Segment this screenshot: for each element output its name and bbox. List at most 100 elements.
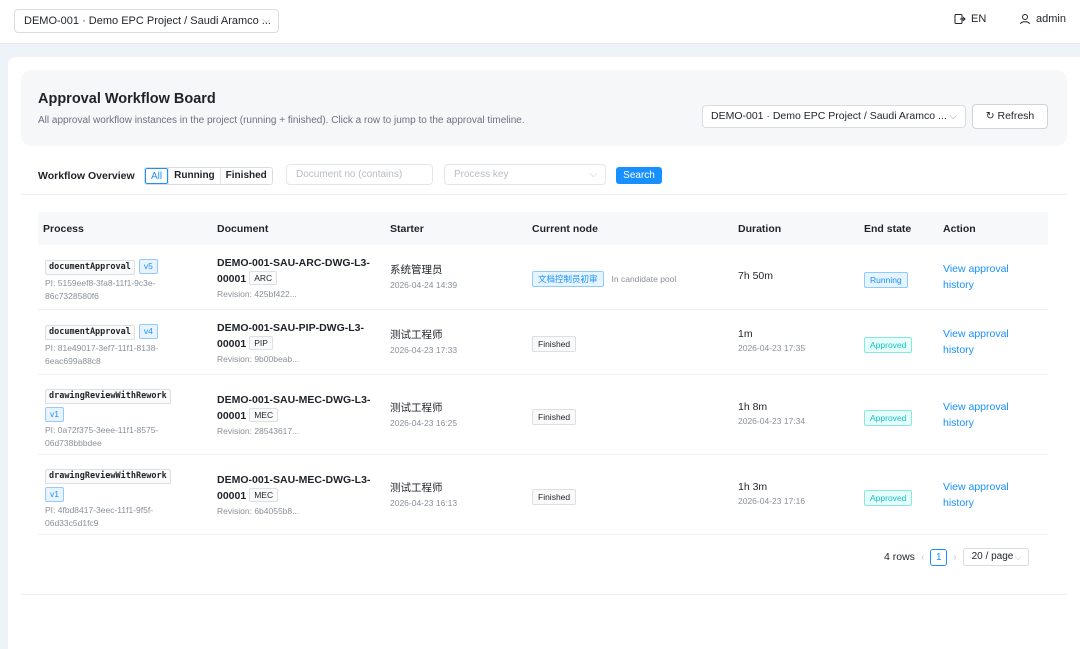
page-subtitle: All approval workflow instances in the p… bbox=[38, 115, 525, 126]
starter-cell: 测试工程师 2026-04-23 16:13 bbox=[390, 481, 457, 508]
view-approval-history-link[interactable]: View approval history bbox=[943, 326, 1023, 358]
discipline-tag: MEC bbox=[249, 408, 279, 422]
segment-finished[interactable]: Finished bbox=[219, 168, 272, 184]
language-icon bbox=[954, 14, 966, 24]
page-1-button[interactable]: 1 bbox=[930, 548, 948, 566]
col-current-node: Current node bbox=[532, 223, 598, 235]
project-select-top[interactable]: DEMO-001 · Demo EPC Project / Saudi Aram… bbox=[14, 9, 279, 33]
version-tag: v1 bbox=[45, 487, 64, 502]
refresh-icon: ↻ bbox=[985, 110, 995, 122]
end-time: 2026-04-23 17:16 bbox=[738, 496, 806, 506]
pagination: 4 rows ‹ 1 › 20 / page ⌵ bbox=[884, 548, 1029, 566]
document-cell: DEMO-001-SAU-ARC-DWG-L3-00001 ARC Revisio… bbox=[217, 255, 387, 299]
view-approval-history-link[interactable]: View approval history bbox=[943, 261, 1023, 293]
table-row[interactable]: drawingReviewWithRework v1 PI: 0a72f375-… bbox=[38, 375, 1048, 455]
current-node-cell: Finished bbox=[532, 487, 577, 505]
table-row[interactable]: drawingReviewWithRework v1 PI: 4fbd8417-… bbox=[38, 455, 1048, 535]
version-tag: v1 bbox=[45, 407, 64, 422]
col-document: Document bbox=[217, 223, 269, 235]
table-header: Process Document Starter Current node Du… bbox=[38, 212, 1048, 245]
end-state-cell: Running bbox=[864, 270, 908, 288]
refresh-label: Refresh bbox=[997, 110, 1035, 122]
process-key-select[interactable]: Process key ⌵ bbox=[444, 164, 606, 185]
current-node-tag: Finished bbox=[532, 409, 577, 425]
duration: 1h 8m bbox=[738, 401, 768, 413]
view-approval-history-link[interactable]: View approval history bbox=[943, 479, 1023, 511]
action-cell: View approval history bbox=[943, 399, 1023, 431]
end-state-cell: Approved bbox=[864, 488, 913, 506]
segment-running[interactable]: Running bbox=[168, 168, 220, 184]
duration: 1m bbox=[738, 328, 753, 340]
starter-cell: 系统管理员 2026-04-24 14:39 bbox=[390, 263, 457, 290]
workflow-table: Process Document Starter Current node Du… bbox=[38, 212, 1048, 535]
col-duration: Duration bbox=[738, 223, 782, 235]
starter-name: 测试工程师 bbox=[390, 329, 443, 341]
discipline-tag: MEC bbox=[249, 488, 279, 502]
start-time: 2026-04-23 17:33 bbox=[390, 345, 458, 355]
next-page-icon[interactable]: › bbox=[953, 552, 956, 563]
status-badge: Approved bbox=[864, 410, 913, 426]
view-approval-history-link[interactable]: View approval history bbox=[943, 399, 1023, 431]
language-switch[interactable]: EN bbox=[954, 13, 986, 25]
starter-cell: 测试工程师 2026-04-23 17:33 bbox=[390, 328, 457, 355]
process-cell: drawingReviewWithRework v1 PI: 4fbd8417-… bbox=[45, 465, 185, 530]
status-badge: Approved bbox=[864, 490, 913, 506]
revision: Revision: 9b00beab... bbox=[217, 354, 300, 364]
col-action: Action bbox=[943, 223, 976, 235]
duration-cell: 1h 8m 2026-04-23 17:34 bbox=[738, 401, 805, 426]
revision: Revision: 28543617... bbox=[217, 426, 300, 436]
chevron-down-icon: ⌵ bbox=[590, 169, 597, 179]
process-instance-id: PI: 5159eef8-3fa8-11f1-9c3e-86c7328580f6 bbox=[45, 278, 156, 301]
starter-name: 测试工程师 bbox=[390, 482, 443, 494]
user-icon bbox=[1020, 14, 1030, 25]
col-end-state: End state bbox=[864, 223, 912, 235]
process-cell: documentApproval v4 PI: 81e49017-3ef7-11f… bbox=[45, 321, 185, 368]
start-time: 2026-04-23 16:25 bbox=[390, 418, 458, 428]
process-instance-id: PI: 4fbd8417-3eec-11f1-9f5f-06d33c5d1fc9 bbox=[45, 505, 154, 528]
status-badge: Running bbox=[864, 272, 908, 288]
starter-cell: 测试工程师 2026-04-23 16:25 bbox=[390, 401, 457, 428]
process-cell: documentApproval v5 PI: 5159eef8-3fa8-11f… bbox=[45, 256, 185, 303]
current-node-tag: 文档控制员初审 bbox=[532, 271, 604, 287]
current-node-cell: Finished bbox=[532, 334, 577, 352]
segment-all[interactable]: All bbox=[145, 168, 169, 184]
project-select-top-label: DEMO-001 · Demo EPC Project / Saudi Aram… bbox=[24, 15, 271, 27]
document-no: DEMO-001-SAU-MEC-DWG-L3-00001 bbox=[217, 474, 371, 502]
divider bbox=[21, 194, 1067, 195]
process-key-placeholder: Process key bbox=[454, 169, 509, 180]
revision: Revision: 6b4055b8... bbox=[217, 506, 300, 516]
table-row[interactable]: documentApproval v5 PI: 5159eef8-3fa8-11f… bbox=[38, 245, 1048, 310]
document-no: DEMO-001-SAU-MEC-DWG-L3-00001 bbox=[217, 394, 371, 422]
page-size-select[interactable]: 20 / page ⌵ bbox=[962, 548, 1029, 566]
project-select[interactable]: DEMO-001 · Demo EPC Project / Saudi Aram… bbox=[702, 105, 966, 128]
version-tag: v4 bbox=[138, 324, 158, 339]
refresh-button[interactable]: ↻ Refresh bbox=[972, 104, 1048, 129]
process-key-tag: drawingReviewWithRework bbox=[45, 469, 171, 484]
document-cell: DEMO-001-SAU-PIP-DWG-L3-00001 PIP Revisio… bbox=[217, 320, 387, 364]
action-cell: View approval history bbox=[943, 326, 1023, 358]
table-row[interactable]: documentApproval v4 PI: 81e49017-3ef7-11f… bbox=[38, 310, 1048, 375]
user-menu[interactable]: admin bbox=[1019, 13, 1066, 25]
prev-page-icon[interactable]: ‹ bbox=[921, 552, 924, 563]
chevron-down-icon: ⌵ bbox=[949, 111, 957, 122]
end-state-cell: Approved bbox=[864, 335, 913, 353]
top-bar: DEMO-001 · Demo EPC Project / Saudi Aram… bbox=[0, 0, 1080, 44]
process-key-tag: drawingReviewWithRework bbox=[45, 389, 171, 404]
start-time: 2026-04-23 16:13 bbox=[390, 498, 458, 508]
end-time: 2026-04-23 17:35 bbox=[738, 343, 806, 353]
document-no-input[interactable]: Document no (contains) bbox=[286, 164, 433, 185]
search-button[interactable]: Search bbox=[616, 167, 662, 184]
chevron-down-icon: ⌵ bbox=[1014, 552, 1022, 562]
duration: 1h 3m bbox=[738, 481, 768, 493]
process-key-tag: documentApproval bbox=[45, 260, 135, 275]
chevron-down-icon: ⌵ bbox=[262, 15, 270, 26]
document-cell: DEMO-001-SAU-MEC-DWG-L3-00001 MEC Revisio… bbox=[217, 392, 387, 436]
process-cell: drawingReviewWithRework v1 PI: 0a72f375-… bbox=[45, 385, 185, 450]
start-time: 2026-04-24 14:39 bbox=[390, 280, 458, 290]
project-select-label: DEMO-001 · Demo EPC Project / Saudi Aram… bbox=[711, 110, 947, 122]
page-title: Approval Workflow Board bbox=[38, 91, 216, 107]
duration-cell: 7h 50m bbox=[738, 270, 773, 282]
starter-name: 测试工程师 bbox=[390, 402, 443, 414]
process-instance-id: PI: 0a72f375-3eee-11f1-8575-06d738bbbdee bbox=[45, 425, 159, 448]
action-cell: View approval history bbox=[943, 261, 1023, 293]
